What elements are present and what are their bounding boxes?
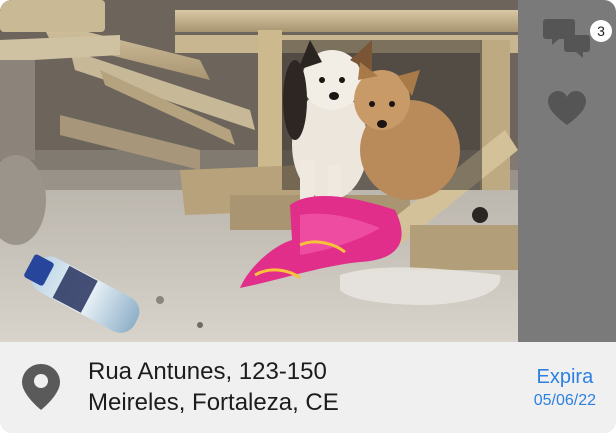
- chat-bubbles-icon: [543, 19, 590, 58]
- map-pin-icon: [22, 364, 60, 410]
- address: Rua Antunes, 123-150 Meireles, Fortaleza…: [88, 356, 339, 418]
- comment-count-badge: 3: [590, 20, 612, 42]
- expiration-info: Expira 05/06/22: [534, 364, 596, 412]
- post-footer: Rua Antunes, 123-150 Meireles, Fortaleza…: [0, 342, 616, 433]
- expires-label: Expira: [536, 366, 594, 388]
- action-sidebar: 3: [518, 0, 616, 342]
- like-button[interactable]: [542, 84, 592, 134]
- puppies-photo[interactable]: [0, 0, 518, 342]
- address-street: Rua Antunes, 123-150: [88, 358, 327, 385]
- heart-icon: [548, 91, 586, 125]
- address-neighborhood: Meireles, Fortaleza, CE: [88, 389, 339, 416]
- expires-date: 05/06/22: [533, 392, 596, 409]
- animal-post-card[interactable]: 3 Rua Antunes, 123-150 Meireles, Fortale…: [0, 0, 616, 433]
- comments-button[interactable]: 3: [540, 10, 612, 66]
